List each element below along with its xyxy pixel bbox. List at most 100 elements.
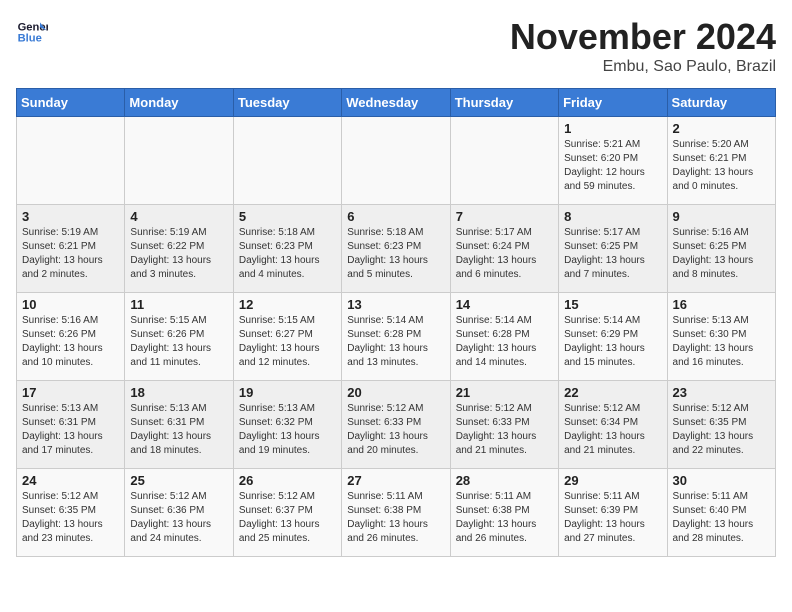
day-cell: 20Sunrise: 5:12 AM Sunset: 6:33 PM Dayli… [342,381,450,469]
day-number: 11 [130,297,227,312]
location: Embu, Sao Paulo, Brazil [510,58,776,76]
month-title: November 2024 [510,16,776,58]
day-number: 16 [673,297,770,312]
weekday-header-wednesday: Wednesday [342,89,450,117]
day-number: 15 [564,297,661,312]
weekday-header-monday: Monday [125,89,233,117]
day-info: Sunrise: 5:13 AM Sunset: 6:30 PM Dayligh… [673,315,754,368]
logo: General Blue [16,16,48,48]
day-cell: 5 Sunrise: 5:18 AM Sunset: 6:23 PM Daylig… [233,205,341,293]
day-info: Sunrise: 5:15 AM Sunset: 6:26 PM Dayligh… [130,315,211,368]
day-cell: 7 Sunrise: 5:17 AM Sunset: 6:24 PM Daylig… [450,205,558,293]
weekday-header-friday: Friday [559,89,667,117]
day-cell [233,117,341,205]
day-number: 30 [673,473,770,488]
day-info: Sunrise: 5:21 AM Sunset: 6:20 PM Dayligh… [564,139,645,192]
day-info: Sunrise: 5:14 AM Sunset: 6:28 PM Dayligh… [456,315,537,368]
day-cell [17,117,125,205]
page-header: General Blue November 2024 Embu, Sao Pau… [16,16,776,76]
day-cell [125,117,233,205]
day-number: 6 [347,209,444,224]
day-number: 20 [347,385,444,400]
day-info: Sunrise: 5:12 AM Sunset: 6:35 PM Dayligh… [22,491,103,544]
day-number: 7 [456,209,553,224]
day-cell: 13Sunrise: 5:14 AM Sunset: 6:28 PM Dayli… [342,293,450,381]
day-number: 2 [673,121,770,136]
day-info: Sunrise: 5:17 AM Sunset: 6:25 PM Dayligh… [564,227,645,280]
day-info: Sunrise: 5:19 AM Sunset: 6:22 PM Dayligh… [130,227,211,280]
day-number: 24 [22,473,119,488]
day-number: 3 [22,209,119,224]
day-cell: 24 Sunrise: 5:12 AM Sunset: 6:35 PM Dayli… [17,469,125,557]
week-row-3: 10 Sunrise: 5:16 AM Sunset: 6:26 PM Dayli… [17,293,776,381]
day-info: Sunrise: 5:16 AM Sunset: 6:26 PM Dayligh… [22,315,103,368]
day-cell: 27 Sunrise: 5:11 AM Sunset: 6:38 PM Dayli… [342,469,450,557]
day-cell: 23 Sunrise: 5:12 AM Sunset: 6:35 PM Dayli… [667,381,775,469]
day-info: Sunrise: 5:13 AM Sunset: 6:32 PM Dayligh… [239,403,320,456]
day-number: 5 [239,209,336,224]
day-info: Sunrise: 5:12 AM Sunset: 6:33 PM Dayligh… [456,403,537,456]
day-info: Sunrise: 5:11 AM Sunset: 6:39 PM Dayligh… [564,491,645,544]
day-cell: 18 Sunrise: 5:13 AM Sunset: 6:31 PM Dayli… [125,381,233,469]
day-cell: 14 Sunrise: 5:14 AM Sunset: 6:28 PM Dayli… [450,293,558,381]
day-cell: 16 Sunrise: 5:13 AM Sunset: 6:30 PM Dayli… [667,293,775,381]
day-cell [450,117,558,205]
week-row-4: 17 Sunrise: 5:13 AM Sunset: 6:31 PM Dayli… [17,381,776,469]
day-cell: 28Sunrise: 5:11 AM Sunset: 6:38 PM Dayli… [450,469,558,557]
day-number: 27 [347,473,444,488]
weekday-header-sunday: Sunday [17,89,125,117]
day-number: 22 [564,385,661,400]
day-number: 17 [22,385,119,400]
day-info: Sunrise: 5:16 AM Sunset: 6:25 PM Dayligh… [673,227,754,280]
day-cell: 22 Sunrise: 5:12 AM Sunset: 6:34 PM Dayli… [559,381,667,469]
day-number: 23 [673,385,770,400]
day-info: Sunrise: 5:13 AM Sunset: 6:31 PM Dayligh… [130,403,211,456]
day-cell: 29 Sunrise: 5:11 AM Sunset: 6:39 PM Dayli… [559,469,667,557]
day-info: Sunrise: 5:11 AM Sunset: 6:40 PM Dayligh… [673,491,754,544]
day-info: Sunrise: 5:15 AM Sunset: 6:27 PM Dayligh… [239,315,320,368]
weekday-header-tuesday: Tuesday [233,89,341,117]
day-number: 14 [456,297,553,312]
logo-icon: General Blue [16,16,48,48]
svg-text:Blue: Blue [18,33,42,45]
day-info: Sunrise: 5:12 AM Sunset: 6:37 PM Dayligh… [239,491,320,544]
day-number: 28 [456,473,553,488]
day-info: Sunrise: 5:12 AM Sunset: 6:36 PM Dayligh… [130,491,211,544]
day-cell: 19 Sunrise: 5:13 AM Sunset: 6:32 PM Dayli… [233,381,341,469]
day-cell: 26Sunrise: 5:12 AM Sunset: 6:37 PM Dayli… [233,469,341,557]
calendar-table: SundayMondayTuesdayWednesdayThursdayFrid… [16,88,776,557]
day-number: 18 [130,385,227,400]
day-number: 12 [239,297,336,312]
day-number: 25 [130,473,227,488]
day-info: Sunrise: 5:18 AM Sunset: 6:23 PM Dayligh… [239,227,320,280]
day-cell: 10 Sunrise: 5:16 AM Sunset: 6:26 PM Dayli… [17,293,125,381]
day-cell [342,117,450,205]
day-info: Sunrise: 5:19 AM Sunset: 6:21 PM Dayligh… [22,227,103,280]
day-cell: 17 Sunrise: 5:13 AM Sunset: 6:31 PM Dayli… [17,381,125,469]
day-number: 8 [564,209,661,224]
day-info: Sunrise: 5:12 AM Sunset: 6:35 PM Dayligh… [673,403,754,456]
day-cell: 3 Sunrise: 5:19 AM Sunset: 6:21 PM Daylig… [17,205,125,293]
day-cell: 21 Sunrise: 5:12 AM Sunset: 6:33 PM Dayli… [450,381,558,469]
day-info: Sunrise: 5:14 AM Sunset: 6:29 PM Dayligh… [564,315,645,368]
day-number: 1 [564,121,661,136]
day-cell: 4Sunrise: 5:19 AM Sunset: 6:22 PM Daylig… [125,205,233,293]
day-info: Sunrise: 5:11 AM Sunset: 6:38 PM Dayligh… [347,491,428,544]
day-info: Sunrise: 5:13 AM Sunset: 6:31 PM Dayligh… [22,403,103,456]
day-number: 29 [564,473,661,488]
day-info: Sunrise: 5:20 AM Sunset: 6:21 PM Dayligh… [673,139,754,192]
title-block: November 2024 Embu, Sao Paulo, Brazil [510,16,776,76]
day-number: 21 [456,385,553,400]
day-info: Sunrise: 5:17 AM Sunset: 6:24 PM Dayligh… [456,227,537,280]
week-row-2: 3 Sunrise: 5:19 AM Sunset: 6:21 PM Daylig… [17,205,776,293]
week-row-5: 24 Sunrise: 5:12 AM Sunset: 6:35 PM Dayli… [17,469,776,557]
day-cell: 6Sunrise: 5:18 AM Sunset: 6:23 PM Daylig… [342,205,450,293]
day-number: 10 [22,297,119,312]
weekday-header-thursday: Thursday [450,89,558,117]
day-info: Sunrise: 5:12 AM Sunset: 6:34 PM Dayligh… [564,403,645,456]
day-info: Sunrise: 5:14 AM Sunset: 6:28 PM Dayligh… [347,315,428,368]
day-number: 19 [239,385,336,400]
day-cell: 1 Sunrise: 5:21 AM Sunset: 6:20 PM Daylig… [559,117,667,205]
day-cell: 12 Sunrise: 5:15 AM Sunset: 6:27 PM Dayli… [233,293,341,381]
week-row-1: 1 Sunrise: 5:21 AM Sunset: 6:20 PM Daylig… [17,117,776,205]
